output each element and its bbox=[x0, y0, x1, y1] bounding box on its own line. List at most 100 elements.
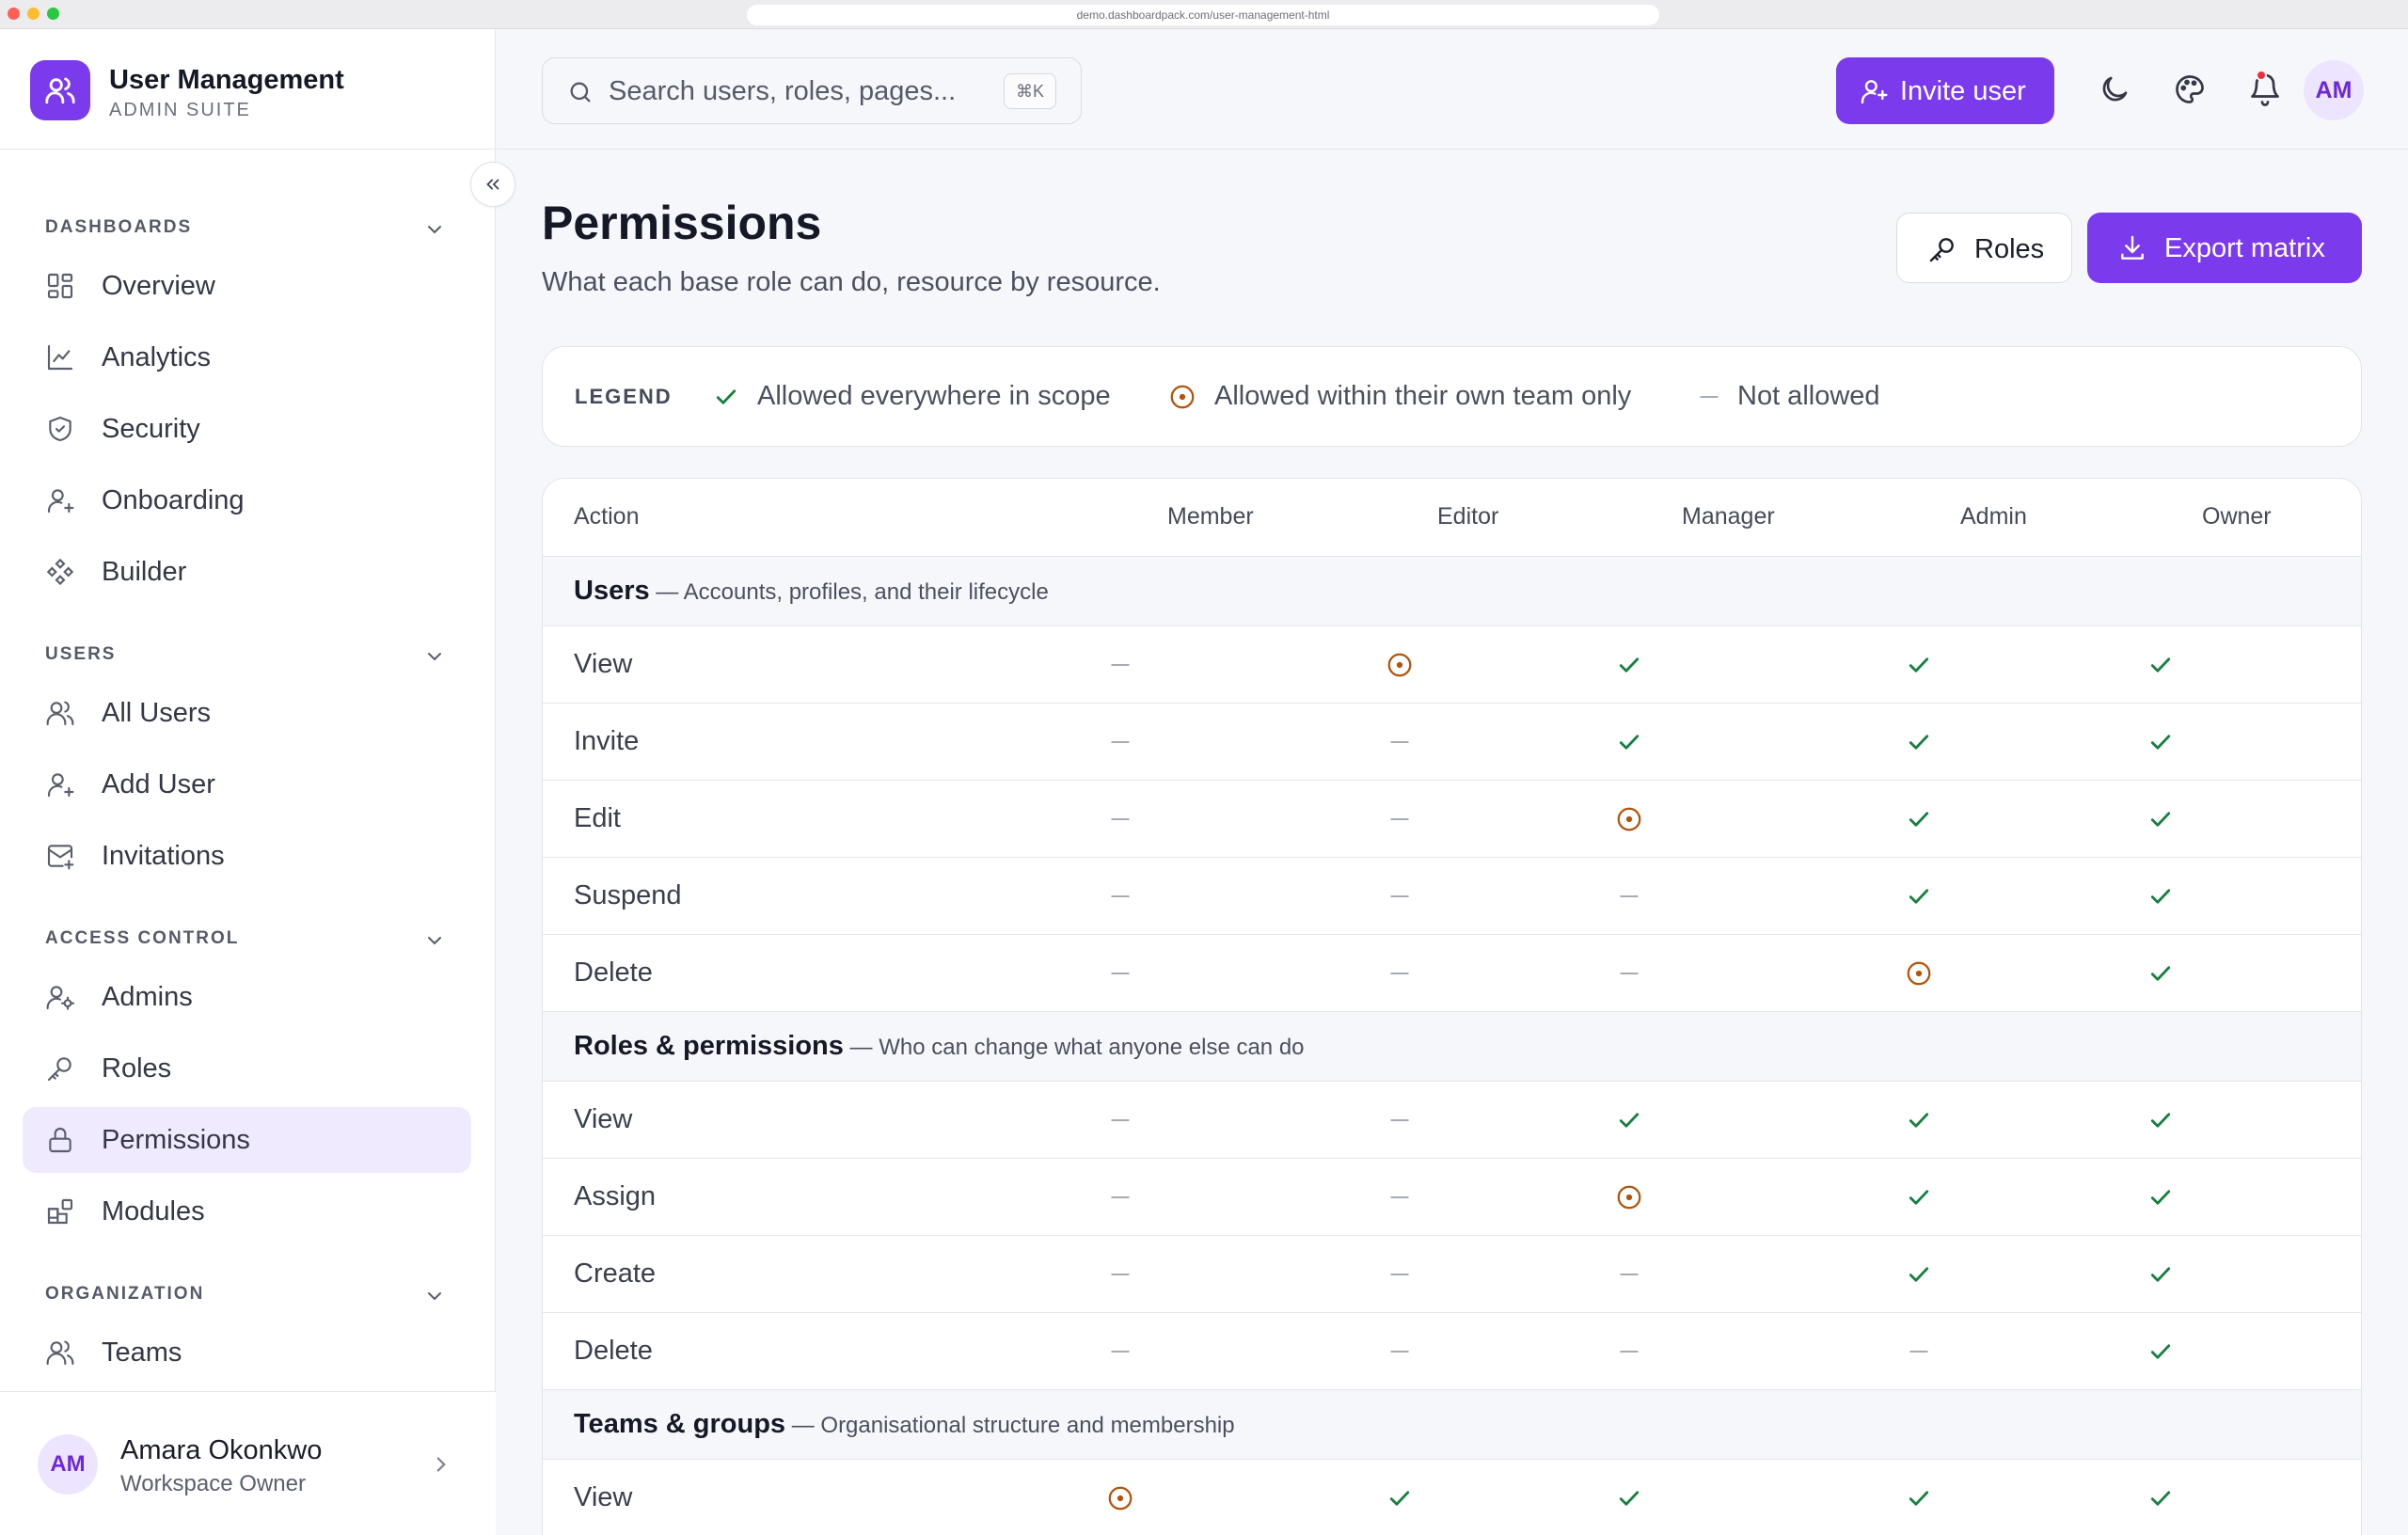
sidebar-item-label: Teams bbox=[102, 1337, 182, 1368]
sidebar-item-modules[interactable]: Modules bbox=[23, 1179, 471, 1244]
mail-icon bbox=[47, 845, 74, 870]
page-subtitle: What each base role can do, resource by … bbox=[542, 267, 1161, 297]
search-box[interactable]: ⌘K bbox=[542, 57, 1082, 124]
section-access-control[interactable]: ACCESS CONTROL bbox=[45, 928, 239, 949]
chevron-down-icon[interactable] bbox=[423, 645, 446, 668]
check-icon bbox=[1909, 1190, 1929, 1205]
invite-user-button[interactable]: Invite user bbox=[1836, 57, 2054, 124]
components-icon bbox=[46, 558, 74, 586]
column-header-admin: Admin bbox=[1960, 503, 2027, 530]
check-icon bbox=[2150, 966, 2171, 981]
action-label: Assign bbox=[574, 1181, 657, 1211]
chevron-down-icon[interactable] bbox=[423, 1285, 446, 1307]
dash-icon bbox=[1390, 973, 1409, 974]
sidebar-item-all-users[interactable]: All Users bbox=[23, 680, 471, 746]
chevrons-left-icon bbox=[486, 179, 499, 190]
dash-icon bbox=[1700, 396, 1719, 398]
moon-icon[interactable] bbox=[2098, 72, 2131, 106]
brand-header: User Management ADMIN SUITE bbox=[0, 29, 496, 150]
sidebar-item-teams[interactable]: Teams bbox=[23, 1320, 471, 1385]
user-name: Amara Okonkwo bbox=[120, 1435, 323, 1465]
table-row: Assign bbox=[543, 1159, 2361, 1236]
sidebar-item-roles[interactable]: Roles bbox=[23, 1036, 471, 1101]
legend-none: Not allowed bbox=[1737, 381, 1880, 411]
chevron-right-icon[interactable] bbox=[429, 1452, 453, 1477]
chevron-down-icon[interactable] bbox=[423, 929, 446, 952]
window-close-dot[interactable] bbox=[8, 8, 20, 20]
key-icon bbox=[47, 1057, 71, 1082]
sidebar-item-label: Modules bbox=[102, 1195, 205, 1226]
section-organization[interactable]: ORGANIZATION bbox=[45, 1284, 204, 1305]
dash-icon bbox=[1111, 1196, 1130, 1198]
check-icon bbox=[1909, 889, 1929, 904]
dash-icon bbox=[1111, 1274, 1130, 1275]
avatar[interactable]: AM bbox=[2304, 60, 2364, 120]
dash-icon bbox=[1390, 1119, 1409, 1121]
sidebar-item-label: All Users bbox=[102, 697, 212, 728]
check-icon bbox=[1619, 735, 1640, 750]
dash-icon bbox=[1111, 1119, 1130, 1121]
roles-button-label: Roles bbox=[1974, 234, 2045, 264]
sidebar-item-permissions[interactable]: Permissions bbox=[23, 1107, 471, 1173]
group-title: Teams & groups — Organisational structur… bbox=[574, 1409, 1235, 1440]
legend-allowed: Allowed everywhere in scope bbox=[757, 381, 1111, 411]
collapse-sidebar-button[interactable] bbox=[470, 162, 515, 207]
check-icon bbox=[2150, 657, 2171, 673]
address-bar[interactable]: demo.dashboardpack.com/user-management-h… bbox=[747, 5, 1659, 25]
table-row: View bbox=[543, 1460, 2361, 1535]
sidebar-item-onboarding[interactable]: Onboarding bbox=[23, 467, 471, 533]
dash-icon bbox=[1111, 741, 1130, 743]
group-row: Users — Accounts, profiles, and their li… bbox=[543, 557, 2361, 626]
column-header-manager: Manager bbox=[1682, 503, 1775, 530]
brand-logo-users-icon[interactable] bbox=[30, 60, 90, 120]
dash-icon bbox=[1390, 741, 1409, 743]
search-input[interactable] bbox=[609, 71, 985, 111]
dash-icon bbox=[1620, 1351, 1639, 1353]
action-label: View bbox=[574, 1482, 633, 1512]
table-row: Create bbox=[543, 1236, 2361, 1313]
chevron-down-icon[interactable] bbox=[423, 218, 446, 241]
table-row: View bbox=[543, 1082, 2361, 1159]
table-row: Delete bbox=[543, 935, 2361, 1012]
check-icon bbox=[2150, 889, 2171, 904]
shield-icon bbox=[49, 416, 71, 442]
user-cog-icon bbox=[46, 986, 75, 1010]
dash-icon bbox=[1620, 1274, 1639, 1275]
sidebar-item-invitations[interactable]: Invitations bbox=[23, 823, 471, 889]
dash-icon bbox=[1620, 973, 1639, 974]
check-icon bbox=[716, 389, 737, 404]
sidebar-item-analytics[interactable]: Analytics bbox=[23, 324, 471, 390]
dot-circle-icon bbox=[1617, 807, 1641, 831]
palette-icon[interactable] bbox=[2173, 72, 2207, 106]
user-role: Workspace Owner bbox=[120, 1471, 306, 1496]
column-header-action: Action bbox=[574, 503, 640, 530]
action-label: View bbox=[574, 1104, 633, 1134]
sidebar-item-label: Roles bbox=[102, 1052, 172, 1084]
section-users[interactable]: USERS bbox=[45, 644, 116, 665]
dash-icon bbox=[1390, 818, 1409, 820]
dash-icon bbox=[1390, 1196, 1409, 1198]
sidebar-item-label: Security bbox=[102, 413, 200, 444]
user-plus-icon bbox=[47, 773, 74, 798]
check-icon bbox=[2150, 1113, 2171, 1128]
check-icon bbox=[2150, 1344, 2171, 1359]
dash-icon bbox=[1620, 895, 1639, 897]
dash-icon bbox=[1390, 1351, 1409, 1353]
sidebar-item-add-user[interactable]: Add User bbox=[23, 752, 471, 817]
sidebar-item-admins[interactable]: Admins bbox=[23, 964, 471, 1030]
window-minimize-dot[interactable] bbox=[27, 8, 40, 20]
sidebar-item-security[interactable]: Security bbox=[23, 396, 471, 462]
roles-button[interactable]: Roles bbox=[1896, 213, 2072, 283]
sidebar-user-footer[interactable]: AM Amara Okonkwo Workspace Owner bbox=[0, 1391, 496, 1535]
export-matrix-button[interactable]: Export matrix bbox=[2087, 213, 2362, 283]
sidebar: User Management ADMIN SUITE DASHBOARDS O… bbox=[0, 29, 496, 1535]
sidebar-item-label: Overview bbox=[102, 270, 215, 301]
sidebar-item-overview[interactable]: Overview bbox=[23, 253, 471, 319]
section-dashboards[interactable]: DASHBOARDS bbox=[45, 217, 192, 238]
group-name: Teams & groups bbox=[574, 1409, 786, 1439]
action-label: Delete bbox=[574, 957, 653, 988]
table-row: Edit bbox=[543, 781, 2361, 858]
sidebar-item-builder[interactable]: Builder bbox=[23, 539, 471, 605]
action-label: Edit bbox=[574, 803, 621, 833]
window-maximize-dot[interactable] bbox=[47, 8, 59, 20]
